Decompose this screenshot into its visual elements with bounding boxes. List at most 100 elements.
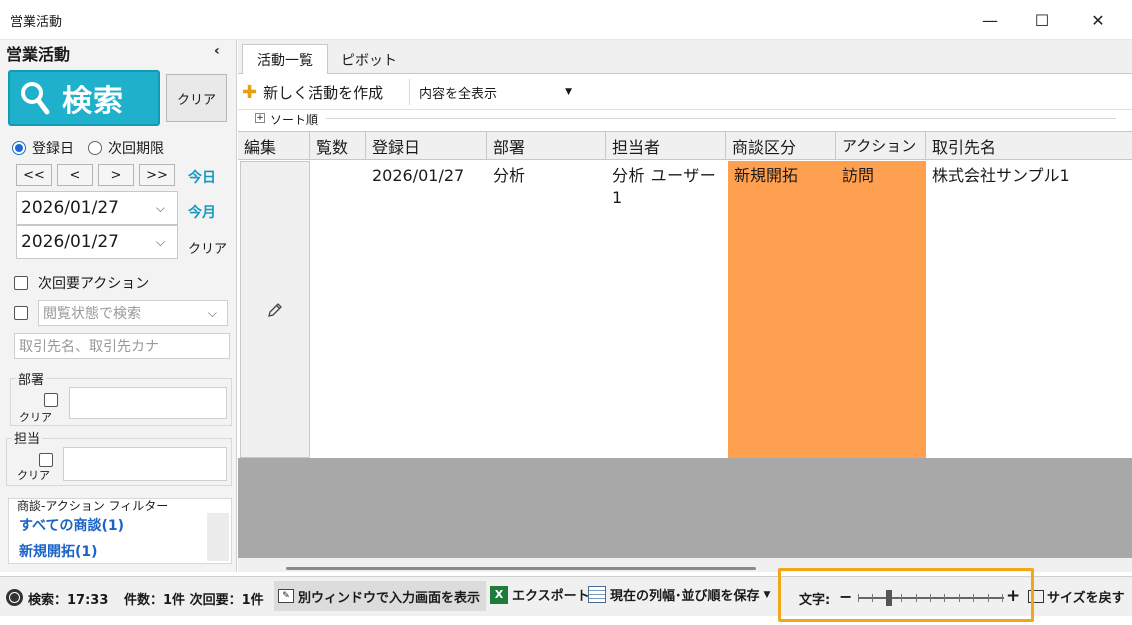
- today-link[interactable]: 今日: [188, 167, 216, 187]
- export-button[interactable]: X エクスポート: [490, 585, 590, 604]
- column-header-deal-type[interactable]: 商談区分: [726, 132, 836, 160]
- filter-item-new-prospect[interactable]: 新規開拓(1): [19, 541, 98, 561]
- prev-year-button[interactable]: <<: [16, 164, 52, 186]
- scrollbar-thumb[interactable]: [286, 567, 756, 570]
- registered-date-radio[interactable]: [12, 141, 26, 155]
- next-year-button[interactable]: >>: [139, 164, 175, 186]
- next-day-button[interactable]: >: [98, 164, 134, 186]
- open-window-button[interactable]: ✎ 別ウィンドウで入力画面を表示: [274, 581, 486, 611]
- save-layout-button[interactable]: 現在の列幅･並び順を保存 ▼: [588, 585, 770, 604]
- chevron-down-icon: ⌵: [207, 305, 217, 320]
- export-label: エクスポート: [512, 589, 590, 604]
- filter-item-all-deals[interactable]: すべての商談(1): [19, 515, 124, 535]
- column-header-department[interactable]: 部署: [487, 132, 606, 160]
- result-count: 件数：1件 次回要：1件: [124, 593, 264, 608]
- filter-group-label: 商談-アクション フィルター: [17, 499, 169, 513]
- client-search-input[interactable]: 取引先名、取引先カナ: [14, 333, 230, 359]
- slider-track: [858, 597, 1004, 599]
- department-input[interactable]: [69, 387, 227, 419]
- font-size-decrease-button[interactable]: −: [839, 587, 852, 606]
- clock-icon: [6, 589, 23, 606]
- window-icon: [1028, 590, 1044, 603]
- window-title: 営業活動: [10, 15, 63, 30]
- owner-group-label: 担当: [12, 428, 43, 447]
- view-tabs: 活動一覧 ピボット: [238, 40, 1132, 75]
- horizontal-scrollbar[interactable]: [238, 558, 1132, 572]
- clear-search-button[interactable]: クリア: [166, 74, 227, 122]
- filter-scrollbar[interactable]: [207, 513, 229, 561]
- view-status-placeholder: 閲覧状態で検索: [43, 306, 141, 322]
- slider-thumb[interactable]: [886, 590, 892, 606]
- font-size-label: 文字:: [799, 593, 831, 608]
- collapse-sidebar-icon[interactable]: ‹: [214, 43, 220, 59]
- expand-plus-icon[interactable]: +: [255, 113, 265, 123]
- department-checkbox[interactable]: [44, 393, 58, 407]
- this-month-link[interactable]: 今月: [188, 202, 216, 222]
- close-button[interactable]: ✕: [1072, 0, 1124, 40]
- minimize-button[interactable]: —: [964, 0, 1016, 40]
- slider-tick: [916, 594, 917, 602]
- view-status-select[interactable]: 閲覧状態で検索 ⌵: [38, 300, 228, 326]
- edit-row-button[interactable]: [240, 161, 310, 458]
- column-header-views[interactable]: 覧数: [310, 132, 366, 160]
- prev-day-button[interactable]: <: [57, 164, 93, 186]
- tab-activity-list[interactable]: 活動一覧: [242, 44, 328, 75]
- date-mode-radio-group: 登録日 次回期限: [12, 138, 164, 158]
- department-clear[interactable]: クリア: [19, 409, 52, 425]
- cell-date: 2026/01/27: [372, 166, 465, 185]
- cell-views: [310, 161, 366, 458]
- display-mode-value: 内容を全表示: [419, 86, 498, 102]
- deal-action-filter-group: 商談-アクション フィルター すべての商談(1) 新規開拓(1): [8, 498, 232, 564]
- column-header-edit[interactable]: 編集: [238, 132, 310, 160]
- owner-clear[interactable]: クリア: [17, 467, 50, 483]
- open-window-label: 別ウィンドウで入力画面を表示: [298, 590, 481, 606]
- slider-tick: [973, 594, 974, 602]
- slider-tick: [1002, 594, 1003, 602]
- clear-date-link[interactable]: クリア: [188, 238, 227, 257]
- owner-input[interactable]: [63, 447, 227, 481]
- view-status-checkbox[interactable]: [14, 306, 28, 320]
- grid-empty-area: [238, 458, 1132, 558]
- save-layout-label: 現在の列幅･並び順を保存: [610, 589, 760, 604]
- slider-tick: [944, 594, 945, 602]
- owner-checkbox[interactable]: [39, 453, 53, 467]
- search-button[interactable]: 検索: [8, 70, 160, 126]
- column-header-owner[interactable]: 担当者: [606, 132, 726, 160]
- window-edit-icon: ✎: [278, 589, 294, 603]
- department-group-label: 部署: [16, 369, 47, 388]
- slider-tick: [858, 594, 859, 602]
- plus-icon: ✚: [242, 82, 258, 103]
- next-deadline-radio[interactable]: [88, 141, 102, 155]
- display-mode-select[interactable]: 内容を全表示 ▼: [414, 80, 578, 104]
- cell-owner: 分析 ユーザー1: [612, 166, 717, 207]
- cell-action: 訪問: [836, 161, 926, 458]
- reset-size-button[interactable]: サイズを戻す: [1028, 587, 1125, 606]
- cell-client: 株式会社サンプル1: [932, 166, 1070, 185]
- maximize-button[interactable]: ☐: [1016, 0, 1068, 40]
- tab-pivot[interactable]: ピボット: [334, 44, 404, 75]
- slider-tick: [930, 594, 931, 602]
- column-header-date[interactable]: 登録日: [366, 132, 487, 160]
- date-to-picker[interactable]: 2026/01/27 ⌵: [16, 225, 178, 259]
- font-size-increase-button[interactable]: +: [1006, 586, 1020, 606]
- excel-icon: X: [490, 585, 508, 604]
- registered-date-label: 登録日: [32, 141, 74, 157]
- column-header-client[interactable]: 取引先名: [926, 132, 1132, 160]
- date-from-picker[interactable]: 2026/01/27 ⌵: [16, 191, 178, 225]
- slider-tick: [988, 594, 989, 602]
- next-action-label: 次回要アクション: [38, 276, 150, 292]
- new-activity-button[interactable]: ✚ 新しく活動を作成: [242, 82, 383, 103]
- title-bar: 営業活動 — ☐ ✕: [0, 0, 1132, 40]
- last-search-time: 検索：17:33: [28, 593, 109, 608]
- font-size-slider[interactable]: [858, 590, 1004, 606]
- date-from-value: 2026/01/27: [21, 198, 119, 218]
- sort-label: ソート順: [270, 113, 319, 127]
- next-action-checkbox[interactable]: [14, 276, 28, 290]
- dropdown-arrow-icon[interactable]: ▼: [764, 590, 771, 600]
- table-settings-icon: [588, 586, 606, 603]
- magnifier-icon: [21, 82, 50, 115]
- sort-bar: + ソート順: [238, 110, 1132, 130]
- sidebar-title: 営業活動: [6, 45, 71, 64]
- column-header-action[interactable]: アクション: [836, 132, 926, 160]
- status-bar: 検索：17:33 件数：1件 次回要：1件 ✎ 別ウィンドウで入力画面を表示 X…: [0, 576, 1132, 616]
